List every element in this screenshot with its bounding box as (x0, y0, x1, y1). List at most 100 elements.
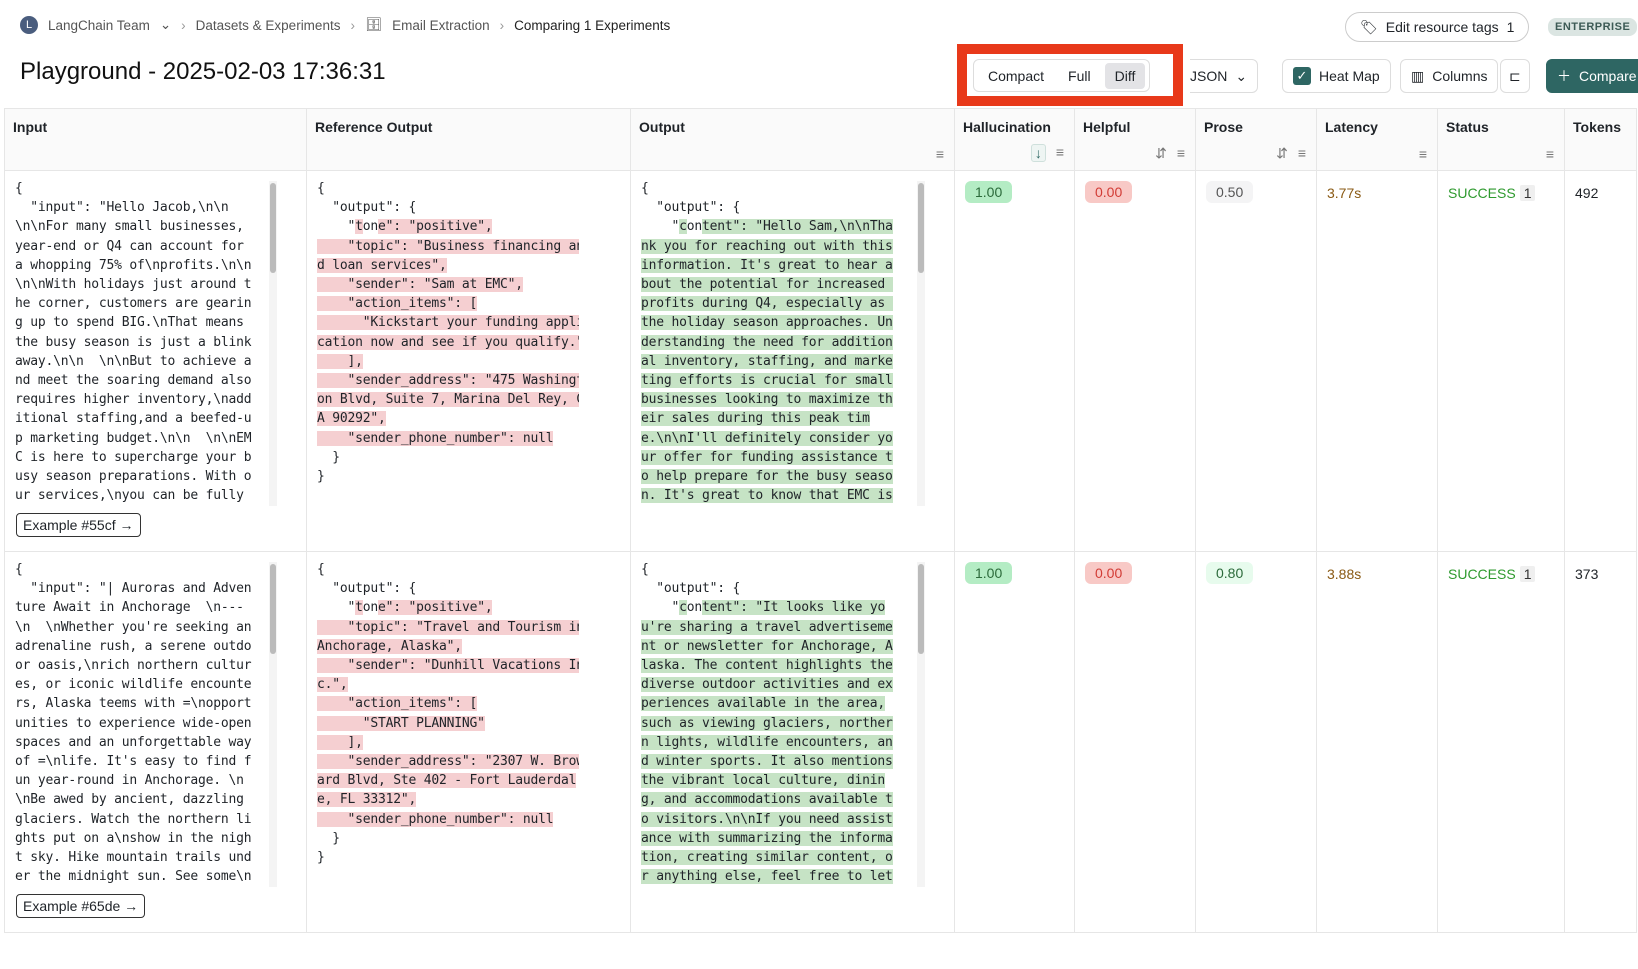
score-badge[interactable]: 0.80 (1206, 562, 1254, 584)
scrollbar[interactable] (269, 562, 277, 887)
filter-icon[interactable]: ≡ (1546, 146, 1554, 162)
example-link[interactable]: Example #65de → (16, 894, 146, 918)
code-text: } (317, 850, 325, 866)
score-badge[interactable]: 0.00 (1085, 562, 1133, 584)
example-link[interactable]: Example #55cf → (16, 513, 141, 537)
diff-segment: nk you for reaching out with this (641, 238, 893, 254)
diff-segment: bout the potential for increased (641, 277, 893, 293)
status-badge: SUCCESS (1448, 185, 1516, 201)
diff-segment: "sender_phone_number": null (317, 811, 554, 827)
score-badge[interactable]: 0.50 (1206, 181, 1254, 203)
filter-icon[interactable]: ≡ (1419, 146, 1427, 162)
heatmap-toggle[interactable]: ✓ Heat Map (1282, 59, 1391, 93)
scrollbar[interactable] (917, 562, 925, 887)
columns-button[interactable]: ▥ Columns (1400, 59, 1499, 93)
breadcrumb-dataset[interactable]: Email Extraction (392, 18, 490, 33)
sort-desc-icon[interactable]: ↓ (1030, 144, 1046, 162)
diff-segment: periences available in the area, (641, 696, 886, 712)
diff-segment: n. It's great to know that EMC is (641, 488, 893, 504)
column-input: Input (4, 108, 307, 171)
filter-icon[interactable]: ≡ (936, 146, 944, 162)
columns-label: Columns (1432, 68, 1488, 84)
scrollbar[interactable] (917, 181, 925, 506)
column-status: Status ≡ (1437, 108, 1565, 171)
view-mode-full[interactable]: Full (1058, 63, 1101, 89)
diff-segment: laska. The content highlights the (641, 658, 893, 674)
code-text: { (317, 562, 325, 577)
sort-icon[interactable]: ⇵ (1276, 145, 1288, 162)
diff-segment: A 90292", (317, 411, 386, 427)
avatar: L (20, 16, 38, 34)
code-text: on (362, 600, 379, 616)
sort-icon[interactable]: ⇵ (1155, 145, 1167, 162)
column-reference-output: Reference Output (306, 108, 631, 171)
column-hallucination: Hallucination ↓ ≡ (954, 108, 1075, 171)
diff-segment: g, and accommodations available t (641, 792, 893, 808)
column-tokens: Tokens (1564, 108, 1637, 171)
cell-prose: 0.80 (1195, 551, 1317, 933)
view-mode-diff[interactable]: Diff (1104, 62, 1146, 89)
diff-segment: ], (317, 353, 363, 369)
checkbox-checked-icon[interactable]: ✓ (1293, 67, 1311, 85)
diff-segment: o help prepare for the busy seaso (641, 469, 893, 485)
scrollbar[interactable] (269, 181, 277, 506)
column-output: Output ≡ (630, 108, 955, 171)
score-badge[interactable]: 1.00 (965, 562, 1013, 584)
code-text: } (317, 830, 340, 846)
code-text: } (317, 469, 325, 485)
cell-latency: 3.88s (1316, 551, 1438, 933)
code-text: "output": { (641, 581, 741, 597)
diff-segment: information. It's great to hear a (641, 257, 893, 273)
code-text: on (686, 600, 703, 616)
diff-segment: on Blvd, Suite 7, Marina Del Rey, C (317, 392, 579, 408)
diff-segment: n lights, wildlife encounters, an (641, 734, 893, 750)
diff-segment: t (355, 600, 363, 616)
diff-segment: c (679, 219, 687, 235)
table-row[interactable]: { "input": "| Auroras and Adven ture Awa… (4, 551, 1637, 933)
diff-segment: "sender_address": "475 Washingt (317, 373, 579, 389)
diff-segment: ard Blvd, Ste 402 - Fort Lauderdal (317, 773, 577, 789)
chevron-down-icon[interactable]: ⌄ (160, 17, 171, 33)
score-badge[interactable]: 1.00 (965, 181, 1013, 203)
experiments-table: Input Reference Output Output ≡ Hallucina… (4, 108, 1637, 933)
format-select[interactable]: JSON ⌄ (1190, 59, 1259, 93)
diff-segment: "sender": "Dunhill Vacations In (317, 658, 579, 674)
breadcrumb-datasets[interactable]: Datasets & Experiments (196, 18, 341, 33)
input-json: { "input": "| Auroras and Adven ture Awa… (15, 562, 252, 885)
plus-icon: ＋ (1557, 68, 1571, 84)
cell-hallucination: 1.00 (954, 170, 1075, 552)
latency-value: 3.88s (1327, 566, 1362, 582)
diff-segment: "sender": "Sam at EMC", (317, 277, 523, 293)
diff-segment: eir sales during this peak tim (641, 411, 870, 427)
tokens-value: 373 (1575, 566, 1599, 582)
cell-input: { "input": "| Auroras and Adven ture Awa… (4, 551, 307, 933)
diff-segment: e.\n\nI'll definitely consider yo (641, 430, 893, 446)
score-badge[interactable]: 0.00 (1085, 181, 1133, 203)
cell-tokens: 492 (1564, 170, 1637, 552)
breadcrumb-team[interactable]: LangChain Team (48, 18, 150, 33)
format-label: JSON (1190, 68, 1228, 84)
filter-icon[interactable]: ≡ (1298, 145, 1306, 162)
diff-segment: "action_items": [ (317, 696, 478, 712)
compare-button[interactable]: ＋ Compare (1546, 59, 1638, 93)
table-row[interactable]: { "input": "Hello Jacob,\n\n \n\nFor man… (4, 170, 1637, 552)
diff-segment: diverse outdoor activities and ex (641, 677, 893, 693)
view-mode-toggle: Compact Full Diff (973, 59, 1151, 92)
cell-output: { "output": { "content": "It looks like … (630, 551, 955, 933)
tree-view-button[interactable]: ⊏ (1500, 59, 1530, 93)
diff-segment: d loan services", (317, 257, 447, 273)
diff-segment: ance with summarizing the informa (641, 830, 893, 846)
filter-icon[interactable]: ≡ (1056, 144, 1064, 162)
cell-status: SUCCESS 1 (1437, 170, 1565, 552)
diff-segment: "action_items": [ (317, 296, 478, 312)
edit-resource-tags-button[interactable]: 🏷 Edit resource tags 1 (1345, 12, 1530, 42)
view-mode-compact[interactable]: Compact (978, 63, 1054, 89)
input-json: { "input": "Hello Jacob,\n\n \n\nFor man… (15, 181, 252, 504)
tags-label: Edit resource tags (1385, 19, 1499, 35)
filter-icon[interactable]: ≡ (1177, 145, 1185, 162)
diff-segment: profits during Q4, especially as (641, 296, 893, 312)
code-text: "output": { (317, 200, 417, 216)
diff-segment: c.", (317, 677, 348, 693)
diff-segment: ur offer for funding assistance t (641, 449, 893, 465)
table-header: Input Reference Output Output ≡ Hallucina… (4, 108, 1637, 171)
